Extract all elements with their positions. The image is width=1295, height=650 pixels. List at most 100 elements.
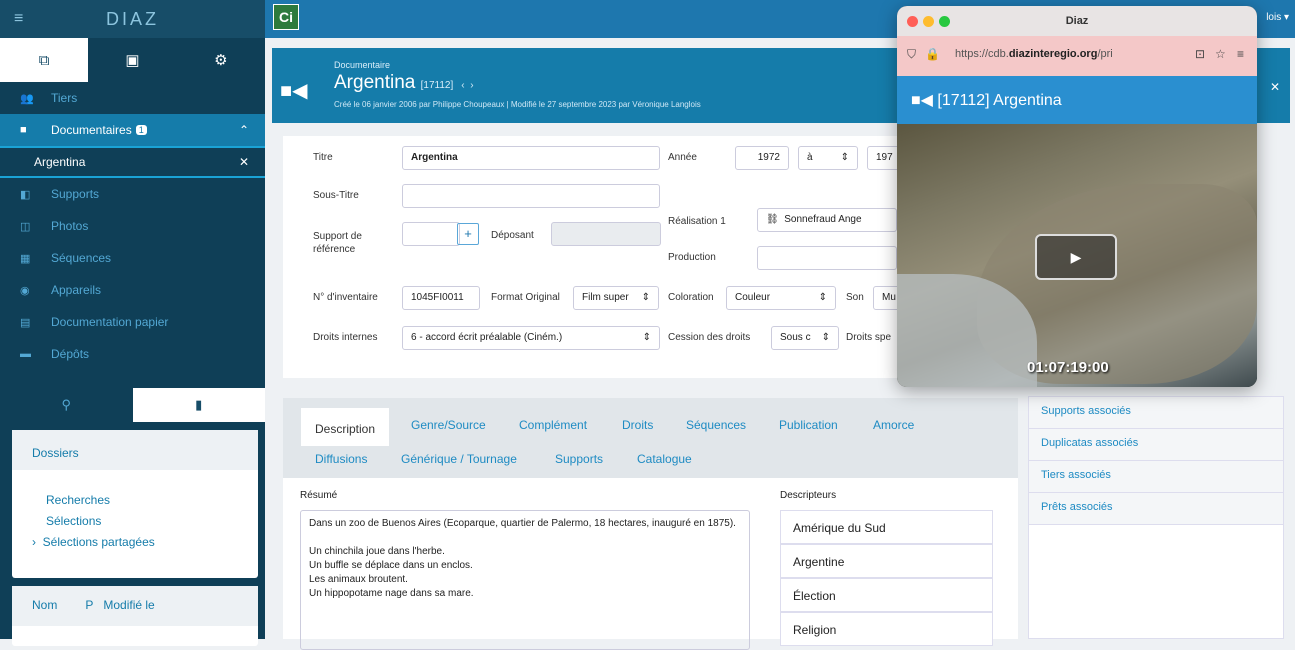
sidebar-item-tiers[interactable]: 👥 Tiers	[0, 82, 265, 114]
video-player[interactable]: ▶ 01:07:19:00	[897, 124, 1257, 387]
soustitre-input[interactable]	[402, 184, 660, 208]
close-icon[interactable]: ✕	[239, 155, 249, 169]
url-bar[interactable]: ⛉ 🔒 https://cdb.diazinteregio.org/pri ⊡ …	[897, 36, 1257, 76]
tab-complement[interactable]: Complément	[519, 418, 587, 432]
descripteur-item[interactable]: Religion	[780, 612, 993, 646]
document-meta: Créé le 06 janvier 2006 par Philippe Cho…	[334, 100, 701, 109]
column-p[interactable]: P	[85, 598, 93, 626]
link-duplicatas-associes[interactable]: Duplicatas associés	[1029, 429, 1283, 461]
associations-panel: Supports associés Duplicatas associés Ti…	[1028, 396, 1284, 639]
tab-modules-icon[interactable]: ⧉	[0, 38, 89, 82]
resume-label: Résumé	[300, 490, 338, 501]
deposant-input	[551, 222, 661, 246]
realisation-input[interactable]: ⛓ Sonnefraud Ange	[757, 208, 897, 232]
tab-catalogue[interactable]: Catalogue	[637, 452, 692, 466]
descripteur-item[interactable]: Élection	[780, 578, 993, 612]
sequences-icon: ▦	[20, 252, 31, 265]
user-menu[interactable]: lois ▾	[1266, 12, 1289, 23]
link-supports-associes[interactable]: Supports associés	[1029, 397, 1283, 429]
window-title: Diaz	[1065, 15, 1089, 27]
annee-from-input[interactable]: 1972	[735, 146, 789, 170]
resume-line: Un chinchila joue dans l'herbe.	[309, 546, 445, 557]
tab-diffusions[interactable]: Diffusions	[315, 452, 367, 466]
format-select[interactable]: Film super ⇕	[573, 286, 659, 310]
lock-icon[interactable]: 🔒	[925, 47, 940, 61]
document-type: Documentaire	[334, 60, 391, 70]
reader-icon[interactable]: ⊡	[1195, 47, 1205, 61]
resume-textarea[interactable]: Dans un zoo de Buenos Aires (Ecoparque, …	[300, 510, 750, 650]
coloration-select[interactable]: Couleur ⇕	[726, 286, 836, 310]
column-modifie[interactable]: Modifié le	[103, 598, 154, 626]
support-label: Support de référence	[313, 231, 362, 255]
link-selections[interactable]: Sélections	[12, 507, 258, 528]
document-form: Titre Argentina Année 1972 à ⇕ 197 Sous-T…	[283, 136, 907, 378]
tab-publication[interactable]: Publication	[779, 418, 838, 432]
timecode: 01:07:19:00	[1027, 359, 1109, 376]
video-camera-icon: ■◀	[280, 80, 308, 102]
tab-settings-icon[interactable]: ⚙	[177, 38, 265, 82]
sidebar-item-label: Supports	[51, 187, 100, 201]
tab-description[interactable]: Description	[301, 408, 390, 446]
tab-droits[interactable]: Droits	[622, 418, 653, 432]
link-selections-partagees[interactable]: › Sélections partagées	[12, 528, 258, 549]
link-recherches[interactable]: Recherches	[12, 486, 258, 507]
descripteur-item[interactable]: Amérique du Sud	[780, 510, 993, 544]
select-arrow-icon: ⇕	[818, 292, 827, 303]
description-panel: Résumé Dans un zoo de Buenos Aires (Ecop…	[283, 478, 1018, 650]
list-panel: Nom P Modifié le	[12, 586, 258, 646]
resume-line: Les animaux broutent.	[309, 574, 408, 585]
descripteurs-label: Descripteurs	[780, 490, 837, 501]
chevron-up-icon[interactable]: ⌃	[239, 123, 249, 137]
sidebar-item-label: Photos	[51, 219, 89, 233]
inventaire-label: N° d'inventaire	[313, 292, 378, 303]
titre-input[interactable]: Argentina	[402, 146, 660, 170]
tab-sequences[interactable]: Séquences	[686, 418, 746, 432]
descripteur-item[interactable]: Argentine	[780, 544, 993, 578]
link-tiers-associes[interactable]: Tiers associés	[1029, 461, 1283, 493]
url-text[interactable]: https://cdb.diazinteregio.org/pri	[955, 48, 1113, 60]
sidebar-item-documentation-papier[interactable]: ▤ Documentation papier	[0, 306, 265, 338]
minimize-window-icon[interactable]	[923, 16, 934, 27]
hamburger-menu-icon[interactable]: ≡	[14, 10, 23, 28]
sidebar-item-argentina[interactable]: Argentina ✕	[0, 146, 265, 178]
tab-genre-source[interactable]: Genre/Source	[411, 418, 486, 432]
production-input[interactable]	[757, 246, 897, 270]
soustitre-label: Sous-Titre	[313, 190, 359, 201]
shield-icon[interactable]: ⛉	[907, 47, 916, 62]
sidebar-item-appareils[interactable]: ◉ Appareils	[0, 274, 265, 306]
play-button[interactable]: ▶	[1035, 234, 1117, 280]
count-badge: 1	[135, 125, 147, 135]
supports-icon: ◧	[20, 188, 31, 201]
tab-generique[interactable]: Générique / Tournage	[401, 452, 517, 466]
resume-line: Dans un zoo de Buenos Aires (Ecoparque, …	[309, 518, 736, 529]
sidebar-item-depots[interactable]: ▬ Dépôts	[0, 338, 265, 370]
search-icon[interactable]: ⚲	[0, 388, 133, 422]
logo[interactable]: Ci	[273, 4, 299, 30]
close-window-icon[interactable]	[907, 16, 918, 27]
link-icon: ⛓	[766, 214, 785, 225]
inventaire-input[interactable]: 1045FI0011	[402, 286, 480, 310]
sidebar-item-supports[interactable]: ◧ Supports	[0, 178, 265, 210]
sidebar-item-photos[interactable]: ◫ Photos	[0, 210, 265, 242]
sidebar-item-documentaires[interactable]: ■ Documentaires 1 ⌃	[0, 114, 265, 146]
coloration-value: Couleur	[735, 292, 771, 303]
cession-select[interactable]: Sous c ⇕	[771, 326, 839, 350]
column-nom[interactable]: Nom	[32, 598, 57, 626]
droits-select[interactable]: 6 - accord écrit préalable (Ciném.) ⇕	[402, 326, 660, 350]
box-icon: ▬	[20, 348, 31, 360]
tab-supports[interactable]: Supports	[555, 452, 603, 466]
bookmark-icon[interactable]: ▮	[132, 388, 265, 422]
support-input[interactable]	[402, 222, 460, 246]
close-icon[interactable]: ✕	[1270, 80, 1280, 94]
next-icon[interactable]: ›	[467, 80, 473, 91]
sidebar-item-label: Tiers	[51, 91, 78, 105]
add-support-button[interactable]: +	[457, 223, 479, 245]
sidebar-item-sequences[interactable]: ▦ Séquences	[0, 242, 265, 274]
maximize-window-icon[interactable]	[939, 16, 950, 27]
extensions-icon[interactable]: ≡	[1237, 47, 1244, 61]
tab-amorce[interactable]: Amorce	[873, 418, 914, 432]
tab-archive-icon[interactable]: ▣	[88, 38, 176, 82]
link-prets-associes[interactable]: Prêts associés	[1029, 493, 1283, 525]
star-icon[interactable]: ☆	[1215, 47, 1226, 61]
annee-separator-select[interactable]: à ⇕	[798, 146, 858, 170]
